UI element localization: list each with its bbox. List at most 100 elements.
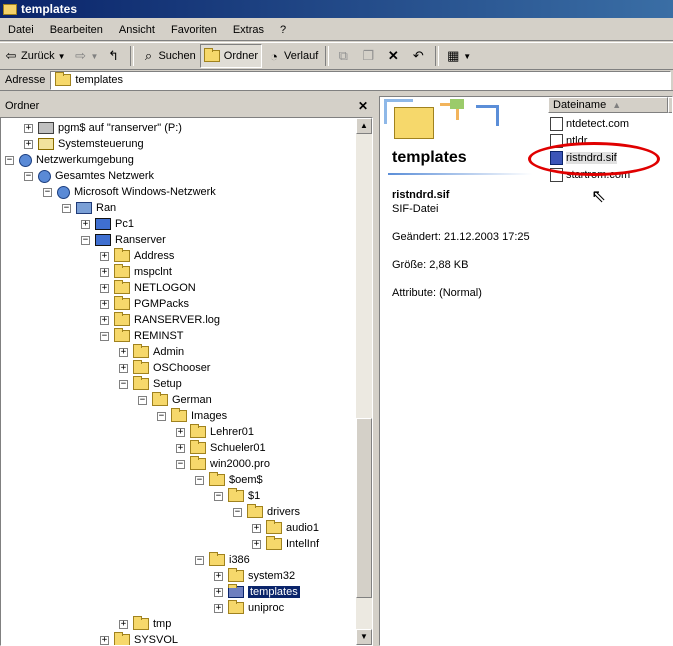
tree-item[interactable]: − Images: [157, 408, 227, 424]
expand-icon[interactable]: +: [214, 571, 223, 581]
expand-icon[interactable]: +: [100, 299, 109, 309]
menu-extras[interactable]: Extras: [225, 24, 272, 36]
scrollbar-thumb[interactable]: [356, 418, 372, 598]
file-item[interactable]: ntdetect.com: [550, 116, 629, 132]
menu-help[interactable]: ?: [272, 24, 294, 36]
tree-item[interactable]: + tmp: [119, 616, 171, 632]
tree-item[interactable]: + Systemsteuerung: [24, 136, 144, 152]
menu-bearbeiten[interactable]: Bearbeiten: [42, 24, 111, 36]
expand-icon[interactable]: +: [176, 427, 185, 437]
copy-to-button[interactable]: ❐: [357, 45, 381, 67]
expand-icon[interactable]: +: [81, 219, 90, 229]
expand-icon[interactable]: +: [100, 635, 109, 645]
collapse-icon[interactable]: −: [195, 475, 204, 485]
up-button[interactable]: ↰: [102, 45, 126, 67]
tree-item[interactable]: − $1: [214, 488, 260, 504]
tree-item[interactable]: − Gesamtes Netzwerk: [24, 168, 154, 184]
tree-item[interactable]: − Setup: [119, 376, 182, 392]
collapse-icon[interactable]: −: [176, 459, 185, 469]
tree-item-label: RANSERVER.log: [134, 314, 220, 326]
scroll-down-icon[interactable]: ▼: [356, 629, 372, 645]
tree-item[interactable]: − i386: [195, 552, 250, 568]
tree-item[interactable]: − drivers: [233, 504, 300, 520]
collapse-icon[interactable]: −: [100, 331, 109, 341]
collapse-icon[interactable]: −: [214, 491, 223, 501]
folder-icon: [171, 408, 187, 422]
tree-item[interactable]: + Address: [100, 248, 174, 264]
back-button[interactable]: ⇦ Zurück ▼: [0, 45, 69, 67]
expand-icon[interactable]: +: [119, 363, 128, 373]
move-to-button[interactable]: ⧉: [332, 45, 356, 67]
tree-item[interactable]: − $oem$: [195, 472, 263, 488]
tree-item[interactable]: − win2000.pro: [176, 456, 270, 472]
expand-icon[interactable]: +: [24, 139, 33, 149]
tree-item[interactable]: + system32: [214, 568, 295, 584]
tree-item[interactable]: − Ran: [62, 200, 116, 216]
expand-icon[interactable]: +: [252, 523, 261, 533]
column-header-filename[interactable]: Dateiname ▲: [548, 97, 668, 113]
tree-item[interactable]: + Admin: [119, 344, 184, 360]
tree-item[interactable]: − German: [138, 392, 212, 408]
tree-item[interactable]: + NETLOGON: [100, 280, 196, 296]
tree-item[interactable]: + Pc1: [81, 216, 134, 232]
expand-icon[interactable]: +: [24, 123, 33, 133]
sort-ascending-icon: ▲: [612, 100, 622, 110]
tree-item[interactable]: + PGMPacks: [100, 296, 189, 312]
tree-item[interactable]: − REMINST: [100, 328, 184, 344]
tree-item[interactable]: + Lehrer01: [176, 424, 254, 440]
menu-datei[interactable]: Datei: [0, 24, 42, 36]
menu-ansicht[interactable]: Ansicht: [111, 24, 163, 36]
scroll-up-icon[interactable]: ▲: [356, 118, 372, 134]
expand-icon[interactable]: +: [214, 587, 223, 597]
collapse-icon[interactable]: −: [24, 171, 33, 181]
expand-icon[interactable]: +: [100, 267, 109, 277]
tree-item[interactable]: − Ranserver: [81, 232, 166, 248]
collapse-icon[interactable]: −: [157, 411, 166, 421]
tree-item[interactable]: + mspclnt: [100, 264, 172, 280]
tree-item[interactable]: − Netzwerkumgebung: [5, 152, 134, 168]
tree-item[interactable]: + templates: [214, 584, 300, 600]
expand-icon[interactable]: +: [214, 603, 223, 613]
forward-button[interactable]: ⇨ ▼: [70, 45, 102, 67]
collapse-icon[interactable]: −: [195, 555, 204, 565]
collapse-icon[interactable]: −: [43, 187, 52, 197]
tree-item[interactable]: + pgm$ auf "ranserver" (P:): [24, 120, 182, 136]
views-button[interactable]: ▦ ▼: [442, 45, 474, 67]
menu-favoriten[interactable]: Favoriten: [163, 24, 225, 36]
collapse-icon[interactable]: −: [119, 379, 128, 389]
folder-tree[interactable]: + pgm$ auf "ranserver" (P:) + Systemsteueru…: [0, 117, 373, 646]
history-button[interactable]: ◔ Verlauf: [263, 45, 321, 67]
tree-item[interactable]: + Schueler01: [176, 440, 266, 456]
vertical-scrollbar[interactable]: ▲ ▼: [356, 118, 372, 645]
expand-icon[interactable]: +: [119, 347, 128, 357]
tree-item[interactable]: + OSChooser: [119, 360, 210, 376]
tree-item-label: Setup: [153, 378, 182, 390]
folders-button[interactable]: Ordner: [199, 44, 263, 68]
tree-item[interactable]: + RANSERVER.log: [100, 312, 220, 328]
expand-icon[interactable]: +: [119, 619, 128, 629]
search-button[interactable]: ⌕ Suchen: [137, 45, 198, 67]
expand-icon[interactable]: +: [100, 315, 109, 325]
tree-item[interactable]: + audio1: [252, 520, 319, 536]
file-list[interactable]: Dateiname ▲ ntdetect.com ntldr ristndrd.si…: [548, 97, 672, 645]
expand-icon[interactable]: +: [100, 251, 109, 261]
collapse-icon[interactable]: −: [138, 395, 147, 405]
expand-icon[interactable]: +: [100, 283, 109, 293]
column-header-next[interactable]: [668, 97, 672, 113]
collapse-icon[interactable]: −: [233, 507, 242, 517]
delete-button[interactable]: ✕: [382, 45, 406, 67]
undo-button[interactable]: ↶: [407, 45, 431, 67]
tree-item[interactable]: + uniproc: [214, 600, 284, 616]
close-icon[interactable]: ✕: [353, 99, 368, 113]
tree-item[interactable]: + SYSVOL: [100, 632, 178, 645]
expand-icon[interactable]: +: [176, 443, 185, 453]
address-field[interactable]: templates: [50, 70, 671, 90]
folder-icon: [228, 488, 244, 502]
collapse-icon[interactable]: −: [62, 203, 71, 213]
network-icon: [19, 153, 32, 167]
tree-item[interactable]: + IntelInf: [252, 536, 319, 552]
tree-item[interactable]: − Microsoft Windows-Netzwerk: [43, 184, 216, 200]
collapse-icon[interactable]: −: [5, 155, 14, 165]
expand-icon[interactable]: +: [252, 539, 261, 549]
collapse-icon[interactable]: −: [81, 235, 90, 245]
